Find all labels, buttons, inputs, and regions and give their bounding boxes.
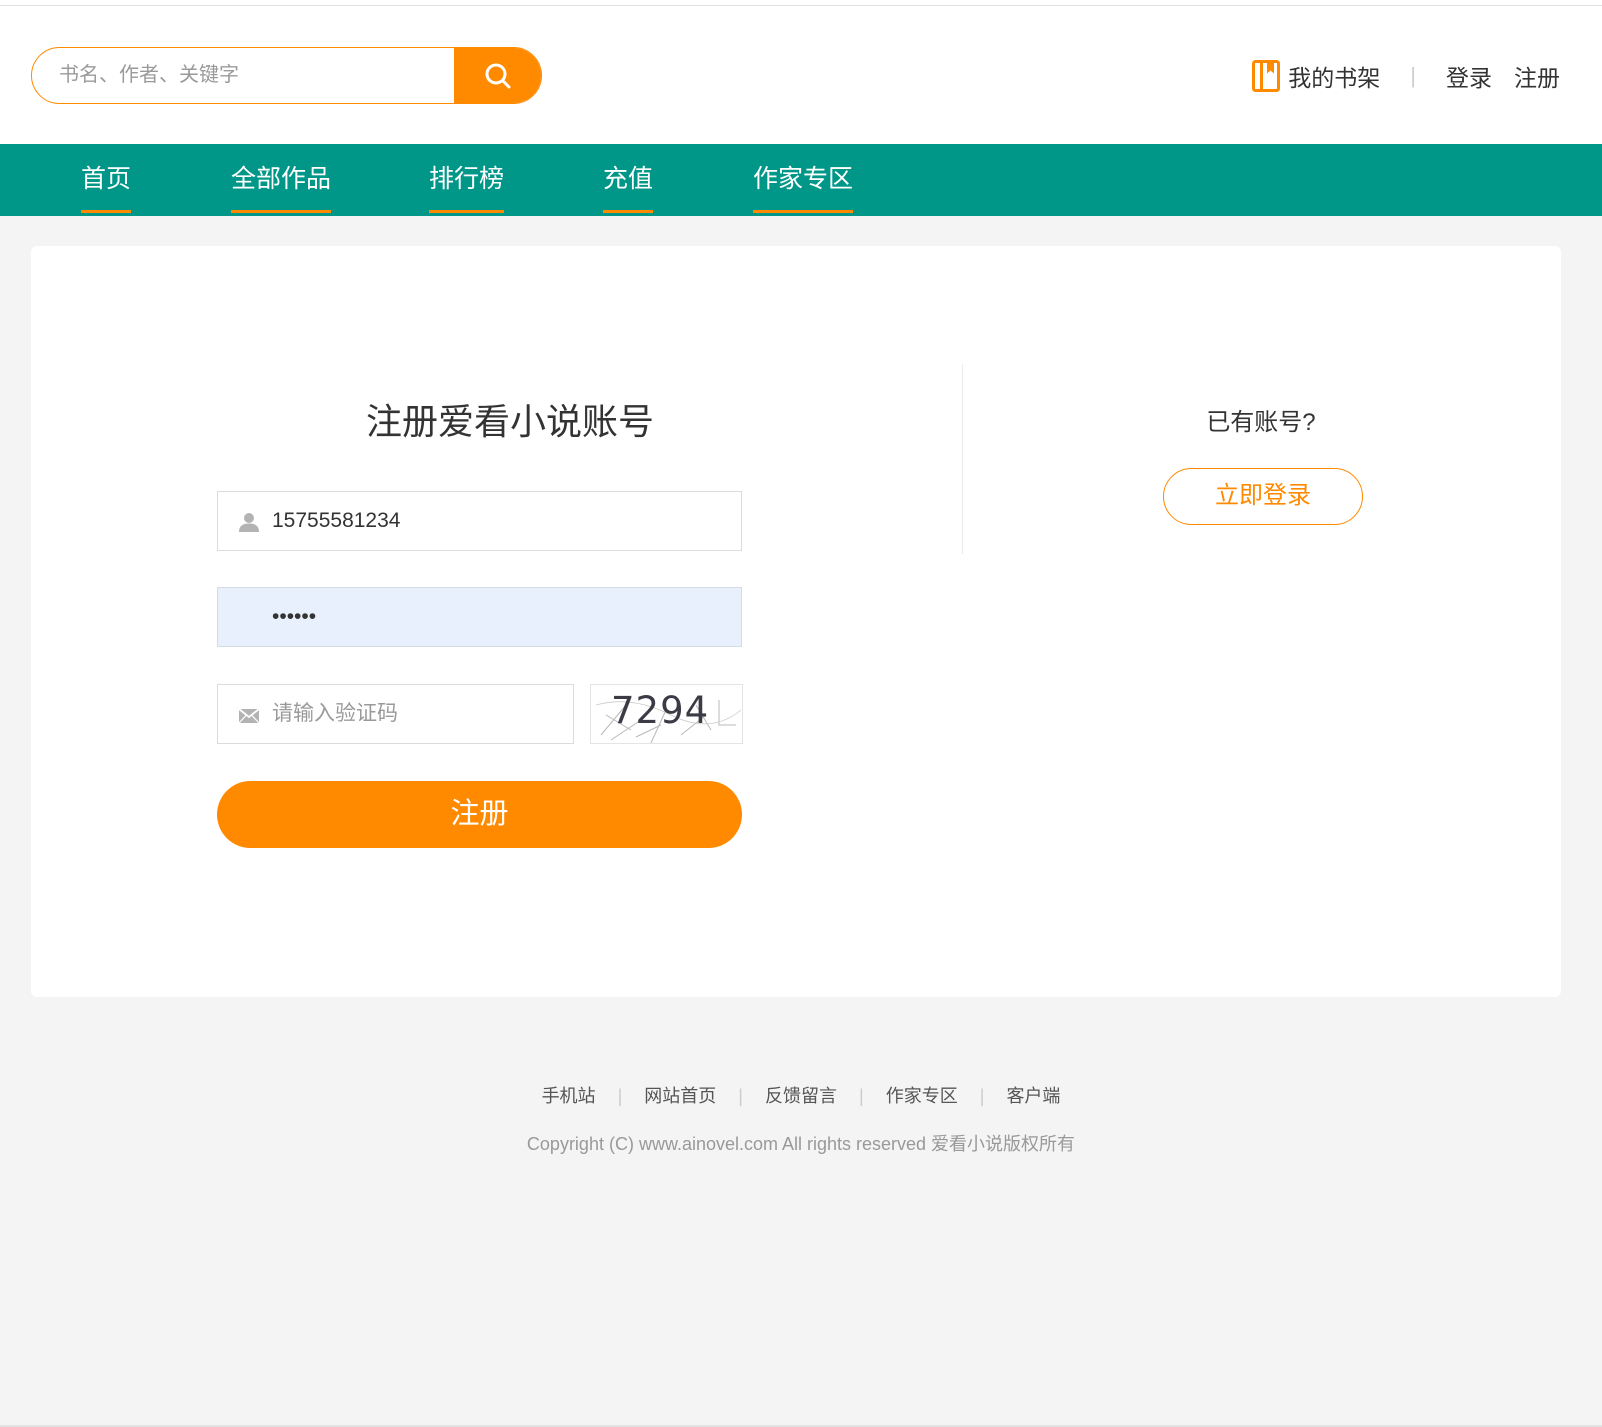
footer-links: 手机站 | 网站首页 | 反馈留言 | 作家专区 | 客户端 — [0, 1082, 1602, 1108]
have-account-text: 已有账号? — [1206, 409, 1316, 436]
captcha-code: 7294 — [611, 689, 710, 732]
login-now-button[interactable]: 立即登录 — [1163, 468, 1363, 525]
search-icon — [485, 63, 510, 88]
page-title: 注册爱看小说账号 — [365, 401, 654, 442]
nav-item-recharge[interactable]: 充值 — [603, 144, 654, 216]
footer-separator: | — [859, 1086, 864, 1106]
nav-item-label: 充值 — [603, 165, 654, 193]
footer-link-author-zone[interactable]: 作家专区 — [886, 1086, 958, 1106]
vertical-divider — [962, 364, 963, 554]
phone-input[interactable] — [272, 492, 712, 550]
nav-item-label: 排行榜 — [429, 165, 505, 193]
footer-separator: | — [979, 1086, 985, 1106]
search-input[interactable] — [32, 48, 458, 102]
bookshelf-label: 我的书架 — [1288, 65, 1381, 91]
header: 我的书架 | 登录 注册 — [0, 6, 1602, 144]
register-card: 注册爱看小说账号 7294 注册 已有账号? 立即登录 — [31, 246, 1561, 997]
password-input[interactable] — [272, 588, 712, 646]
nav-item-all-works[interactable]: 全部作品 — [231, 144, 332, 216]
login-link[interactable]: 登录 — [1446, 59, 1492, 93]
nav-underline — [231, 210, 332, 213]
footer-link-client[interactable]: 客户端 — [1006, 1086, 1060, 1106]
user-links: 我的书架 | 登录 注册 — [1252, 59, 1560, 93]
envelope-icon — [238, 708, 260, 724]
nav-item-label: 全部作品 — [231, 165, 332, 193]
nav-underline — [81, 210, 132, 213]
footer-link-feedback[interactable]: 反馈留言 — [765, 1086, 837, 1106]
main-nav: 首页 全部作品 排行榜 充值 作家专区 — [0, 144, 1602, 216]
footer-link-home[interactable]: 网站首页 — [644, 1086, 716, 1106]
footer-separator: | — [617, 1086, 623, 1106]
nav-item-home[interactable]: 首页 — [81, 144, 132, 216]
bookshelf-icon — [1252, 60, 1281, 92]
phone-field — [217, 491, 742, 551]
search-box — [31, 47, 542, 104]
nav-item-rankings[interactable]: 排行榜 — [429, 144, 505, 216]
user-icon — [239, 513, 259, 532]
search-button[interactable] — [454, 48, 541, 103]
captcha-field — [217, 684, 574, 744]
captcha-input[interactable] — [272, 685, 562, 743]
header-separator: | — [1410, 63, 1416, 88]
nav-item-label: 作家专区 — [753, 165, 854, 193]
nav-item-author-zone[interactable]: 作家专区 — [753, 144, 854, 216]
register-link[interactable]: 注册 — [1514, 59, 1560, 93]
nav-underline — [429, 210, 505, 213]
copyright-text: Copyright (C) www.ainovel.com All rights… — [526, 1134, 1076, 1154]
captcha-image[interactable]: 7294 — [590, 684, 743, 744]
footer-link-mobile[interactable]: 手机站 — [542, 1086, 596, 1106]
bookshelf-link[interactable]: 我的书架 — [1252, 59, 1380, 93]
nav-underline — [603, 210, 654, 213]
register-submit-button[interactable]: 注册 — [217, 781, 742, 848]
password-field — [217, 587, 742, 647]
nav-item-label: 首页 — [81, 165, 132, 193]
footer-separator: | — [738, 1086, 743, 1106]
nav-underline — [753, 210, 854, 213]
